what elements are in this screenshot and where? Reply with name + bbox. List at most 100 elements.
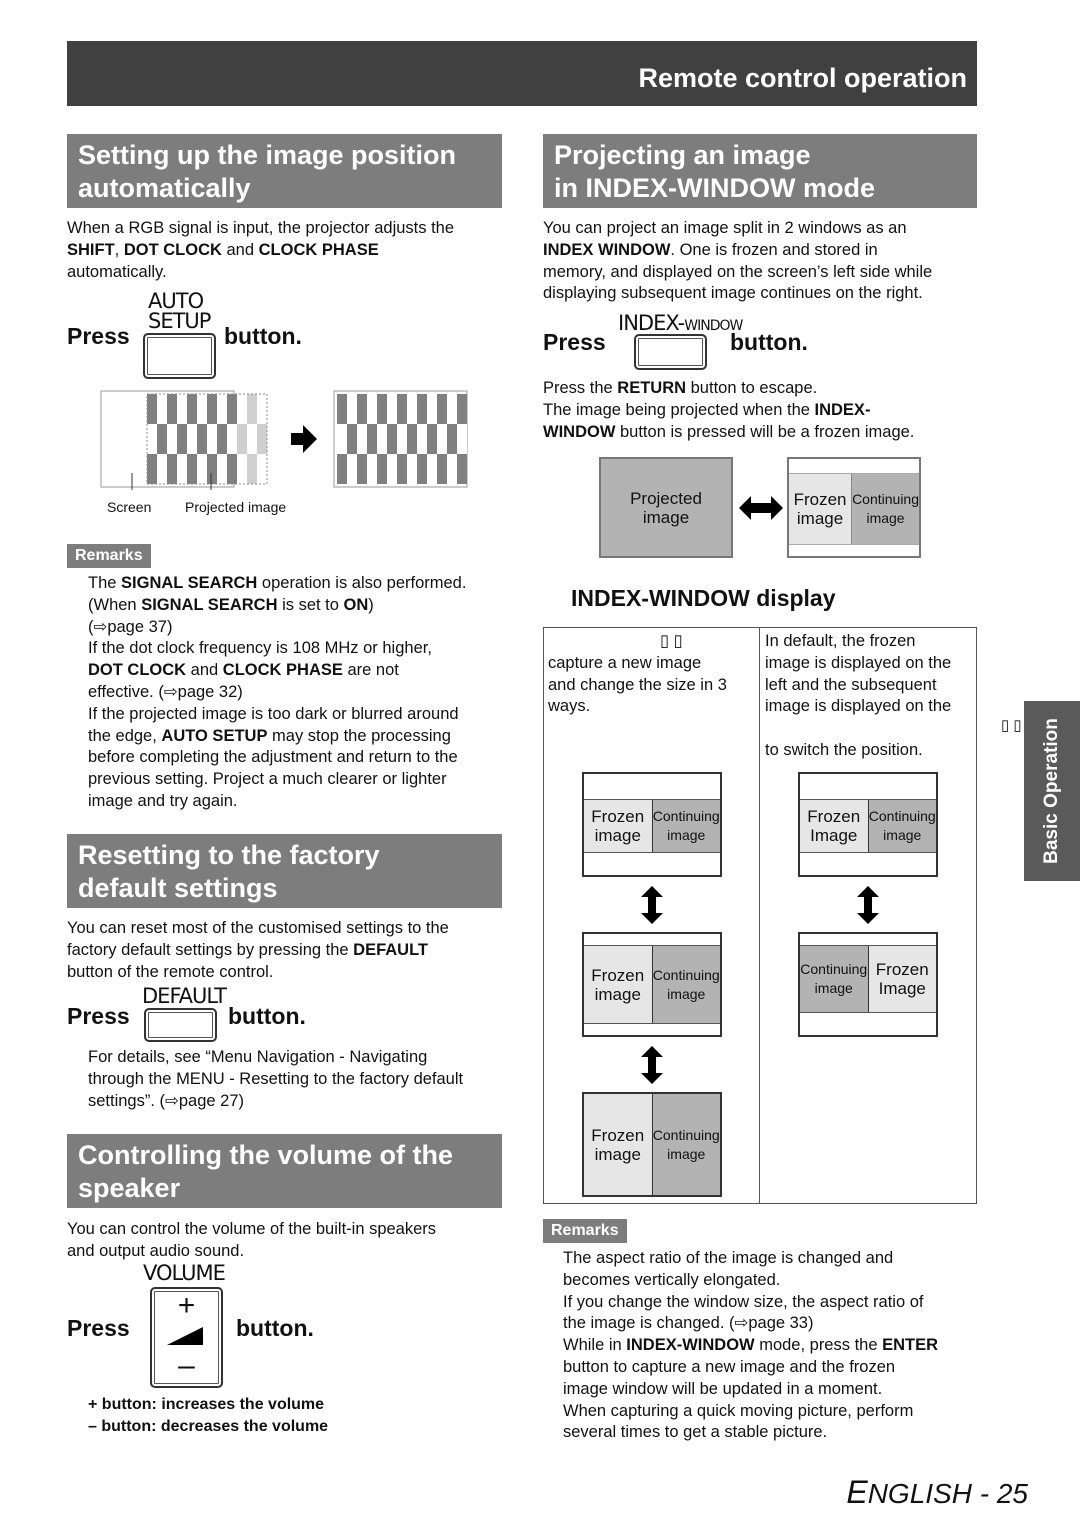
heading-auto-setup: Setting up the image position automatica… [67, 134, 502, 208]
pattern-cell [407, 454, 417, 484]
pattern-cell [387, 454, 397, 484]
pattern-cell [357, 454, 367, 484]
pattern-cell [347, 424, 357, 454]
index-window-after-text: Press the RETURN button to escape. The i… [543, 379, 915, 441]
press-label: Press [543, 329, 606, 355]
pattern-cell [177, 454, 187, 484]
minus-icon: – [178, 1349, 195, 1382]
pattern-cell [457, 424, 467, 454]
pattern-cell [387, 394, 397, 424]
button-suffix: button. [236, 1315, 314, 1341]
pattern-cell [237, 454, 247, 484]
arrow-right-icon [291, 425, 317, 453]
factory-reset-intro: You can reset most of the customised set… [67, 919, 449, 981]
pattern-cell [337, 454, 347, 484]
double-arrow-vertical-icon [641, 1046, 663, 1084]
press-label: Press [67, 1315, 130, 1341]
pattern-cell [257, 424, 267, 454]
auto-setup-remarks: The SIGNAL SEARCH operation is also perf… [88, 573, 518, 813]
pattern-cell [437, 394, 447, 424]
pattern-cell [437, 424, 447, 454]
screen-after [333, 390, 468, 488]
pattern-cell [167, 454, 177, 484]
volume-ramp-icon [167, 1327, 203, 1345]
pattern-cell [197, 454, 207, 484]
page-reference-link[interactable]: the image is changed. (⇨page 33) [563, 1313, 983, 1335]
volume-button-icon: + – [150, 1287, 223, 1388]
pattern-cell [217, 454, 227, 484]
double-arrow-vertical-icon [641, 886, 663, 924]
caption-screen: Screen [107, 499, 152, 515]
pattern-cell [397, 454, 407, 484]
pattern-cell [237, 394, 247, 424]
pattern-cell [247, 454, 257, 484]
pattern-cell [417, 424, 427, 454]
pattern-cell [177, 394, 187, 424]
pattern-cell [367, 394, 377, 424]
pattern-cell [367, 424, 377, 454]
pattern-cell [237, 424, 247, 454]
chapter-tab-basic-operation[interactable]: Basic Operation [1024, 701, 1080, 881]
pattern-cell [197, 394, 207, 424]
pattern-cell [187, 454, 197, 484]
index-window-intro: You can project an image split in 2 wind… [543, 219, 933, 303]
pattern-cell [147, 424, 157, 454]
page-number: 25 [996, 1478, 1028, 1509]
pattern-cell [397, 394, 407, 424]
default-button-label: DEFAULT [142, 984, 227, 1008]
pattern-cell [437, 454, 447, 484]
pattern-cell [247, 394, 257, 424]
window-position-default: Frozen Image Continuing image [798, 772, 938, 877]
table-left-text: ▯ ▯ capture a new image and change the s… [548, 631, 758, 718]
pattern-cell [407, 424, 417, 454]
pattern-cell [407, 394, 417, 424]
pattern-cell [377, 394, 387, 424]
press-label: Press [67, 323, 130, 349]
page-reference-link[interactable]: effective. (⇨page 32) [88, 682, 518, 704]
page-reference-link[interactable]: (⇨page 37) [88, 617, 518, 639]
window-size-1: Frozen image Continuing image [582, 772, 722, 877]
index-window-button-label: INDEX-WINDOW [618, 311, 743, 335]
plus-icon: + [177, 1289, 196, 1322]
pattern-cell [347, 454, 357, 484]
index-window-button-icon [634, 334, 707, 370]
volume-notes: + button: increases the volume – button:… [88, 1396, 329, 1435]
auto-setup-button-icon [143, 333, 216, 379]
pattern-cell [447, 424, 457, 454]
pattern-cell [217, 394, 227, 424]
index-window-display-heading: INDEX-WINDOW display [571, 585, 836, 611]
section-title: Remote control operation [638, 63, 967, 93]
press-label: Press [67, 1003, 130, 1029]
pattern-cell [207, 394, 217, 424]
table-right-text: In default, the frozen image is displaye… [765, 632, 952, 759]
pattern-cell [257, 394, 267, 424]
auto-setup-intro: When a RGB signal is input, the projecto… [67, 219, 455, 281]
pattern-cell [157, 454, 167, 484]
pattern-cell [357, 424, 367, 454]
heading-factory-reset: Resetting to the factory default setting… [67, 834, 502, 908]
pattern-cell [227, 454, 237, 484]
pattern-cell [417, 394, 427, 424]
missing-glyph-icon: ▯ ▯ [1001, 717, 1022, 734]
pattern-cell [347, 394, 357, 424]
pattern-cell [247, 424, 257, 454]
pattern-cell [337, 424, 347, 454]
factory-reset-details: For details, see “Menu Navigation - Navi… [88, 1047, 518, 1112]
pattern-cell [167, 424, 177, 454]
caption-projected-image: Projected image [185, 499, 287, 515]
window-size-2: Frozen image Continuing image [582, 932, 722, 1037]
pattern-cell [427, 394, 437, 424]
button-suffix: button. [730, 329, 808, 355]
pattern-cell [207, 424, 217, 454]
index-window-display-table: ▯ ▯ capture a new image and change the s… [543, 627, 977, 1204]
pattern-cell [427, 454, 437, 484]
window-size-3: Frozen image Continuing image [582, 1092, 722, 1197]
pattern-cell [207, 454, 217, 484]
button-suffix: button. [224, 323, 302, 349]
double-arrow-vertical-icon [857, 886, 879, 924]
projected-image-box: Projected image [599, 457, 733, 558]
pattern-cell [387, 424, 397, 454]
button-suffix: button. [228, 1003, 306, 1029]
auto-setup-button-label: AUTO SETUP [148, 289, 211, 333]
page-reference-link[interactable]: settings”. (⇨page 27) [88, 1091, 518, 1113]
